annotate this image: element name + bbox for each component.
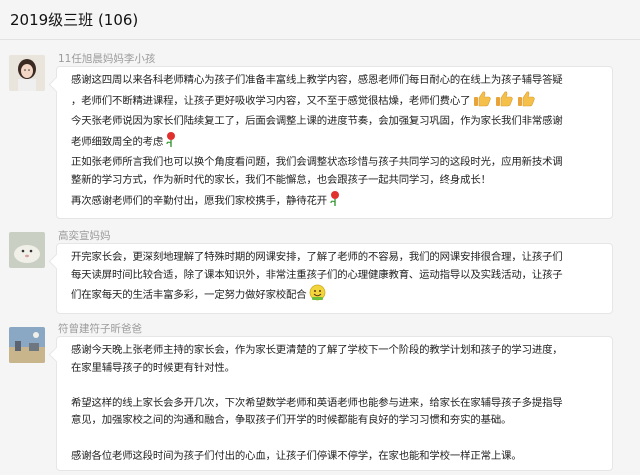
thumbs-up-icon — [516, 90, 536, 114]
message-line: 老师细致周全的考虑 — [71, 131, 600, 155]
message-line: 感谢这四周以来各科老师精心为孩子们准备丰富线上教学内容，感恩老师们每日耐心的在线… — [71, 74, 563, 86]
sender-name: 高奕宣妈妈 — [58, 230, 111, 242]
message-line: 意见，加强家校之间的沟通和融合，争取孩子们开学的时候都能有良好的学习习惯和夯实的… — [71, 414, 512, 427]
message-line: 在家里辅导孩子的时候更有针对性。 — [71, 361, 235, 374]
message-bubble[interactable]: 开完家长会，更深刻地理解了特殊时期的网课安排，了解了老师的不容易，我们的网课安排… — [56, 243, 613, 314]
smile-icon — [309, 284, 326, 308]
thumbs-up-icon — [494, 90, 514, 114]
message-line: 今天张老师说因为家长们陆续复工了，后面会调整上课的进度节奏，会加强复习巩固，作为… — [71, 115, 563, 128]
message-bubble[interactable]: 感谢这四周以来各科老师精心为孩子们准备丰富线上教学内容，感恩老师们每日耐心的在线… — [56, 66, 613, 220]
message-line: 正如张老师所言我们也可以换个角度看问题，我们会调整状态珍惜与孩子共同学习的这段时… — [71, 156, 563, 169]
message-line: ，老师们不断精进课程，让孩子更好吸收学习内容，又不至于感觉很枯燥，老师们费心了 — [71, 90, 600, 114]
sender-name: 符曾建符子昕爸爸 — [58, 323, 142, 335]
avatar[interactable] — [9, 327, 45, 363]
message-line: 整新的学习方式，作为新时代的家长，我们不能懈怠，也会跟孩子一起共同学习，终身成长… — [71, 173, 491, 186]
message-line: 感谢各位老师这段时间为孩子们付出的心血，让孩子们停课不停学，在家也能和学校一样正… — [71, 449, 522, 462]
avatar[interactable] — [9, 55, 45, 91]
message-line: 每天读屏时间比较合适，除了课本知识外，非常注重孩子们的心理健康教育、运动指导以及… — [71, 268, 563, 281]
message-line: 希望这样的线上家长会多开几次，下次希望数学老师和英语老师也能参与进来，给家长在家… — [71, 396, 563, 409]
chat-header: 2019级三班 (106) — [0, 0, 640, 40]
avatar[interactable] — [9, 232, 45, 268]
rose-icon — [165, 131, 177, 155]
chat-message-list[interactable]: 11任旭晨妈妈李小孩 感谢这四周以来各科老师精心为孩子们准备丰富线上教学内容，感… — [0, 41, 640, 475]
message-line: 感谢今天晚上张老师主持的家长会，作为家长更清楚的了解了学校下一个阶段的教学计划和… — [71, 344, 563, 356]
sender-name: 11任旭晨妈妈李小孩 — [58, 53, 156, 65]
message-line: 再次感谢老师们的辛勤付出，愿我们家校携手，静待花开 — [71, 190, 600, 214]
thumbs-up-icon — [472, 90, 492, 114]
message-bubble[interactable]: 感谢今天晚上张老师主持的家长会，作为家长更清楚的了解了学校下一个阶段的教学计划和… — [56, 336, 613, 472]
message-line: 开完家长会，更深刻地理解了特殊时期的网课安排，了解了老师的不容易，我们的网课安排… — [71, 251, 563, 263]
chat-title: 2019级三班 (106) — [10, 11, 139, 29]
rose-icon — [329, 190, 341, 214]
message-line: 们在家每天的生活丰富多彩，一定努力做好家校配合 — [71, 284, 600, 308]
